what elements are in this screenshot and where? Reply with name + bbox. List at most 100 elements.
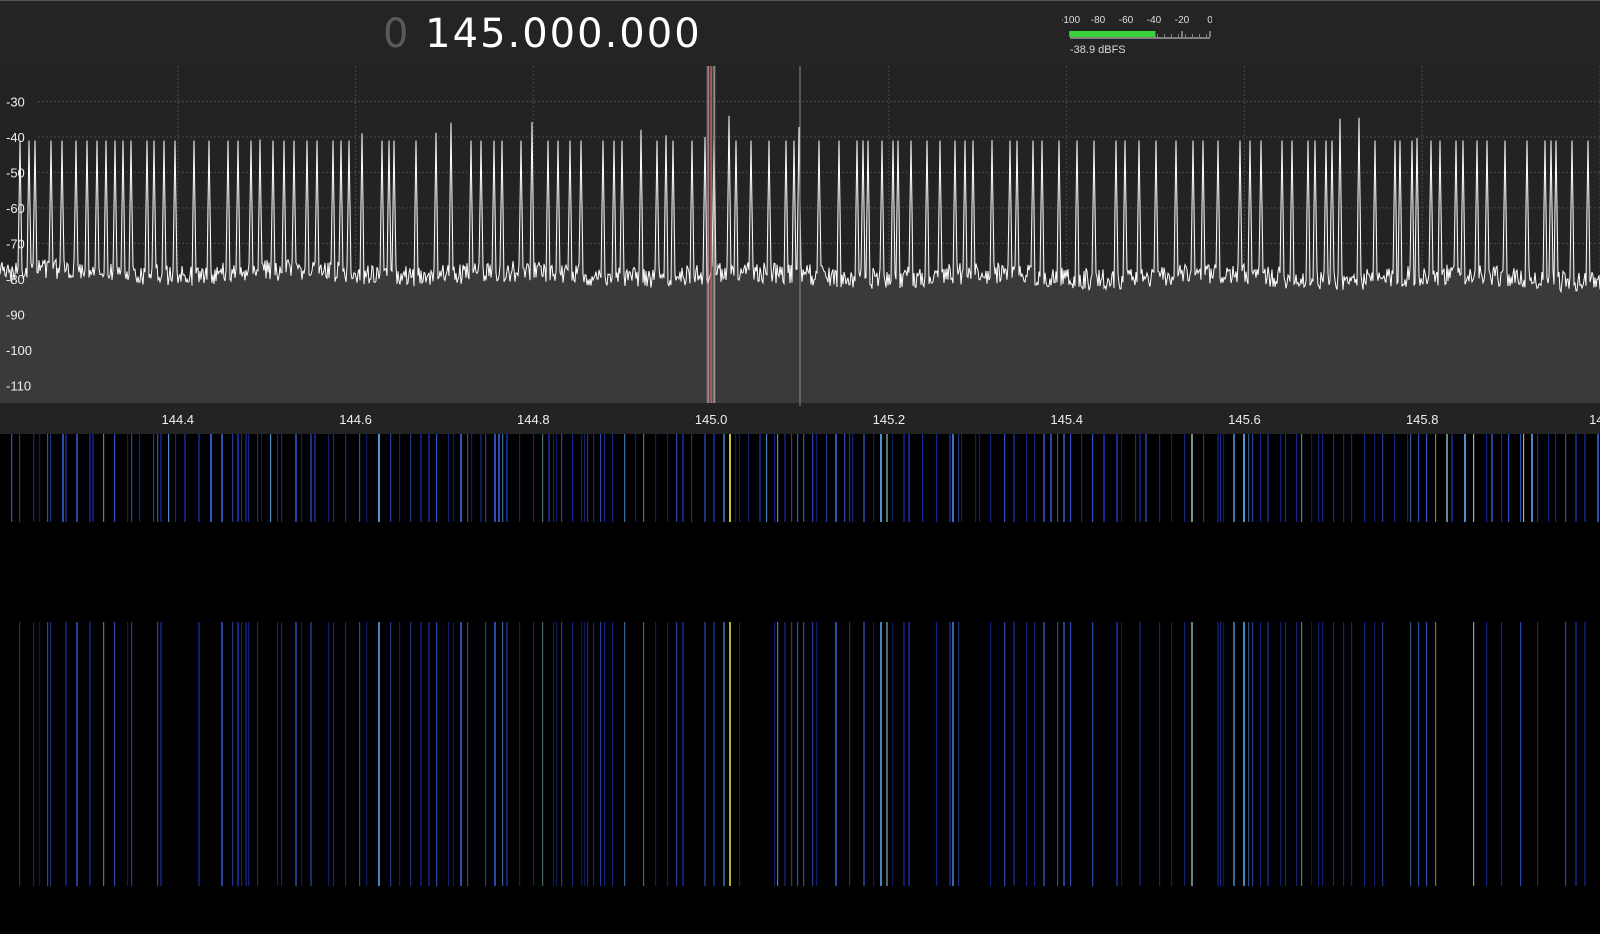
- waterfall-line: [593, 434, 595, 522]
- waterfall-display[interactable]: [0, 434, 1600, 934]
- meter-scale-label: -80: [1091, 15, 1106, 26]
- waterfall-line: [1252, 434, 1254, 522]
- waterfall-line: [791, 622, 793, 886]
- waterfall-line: [502, 434, 504, 522]
- frequency-display[interactable]: 0 145.000.000: [383, 11, 702, 57]
- waterfall-line: [572, 434, 574, 522]
- waterfall-line: [572, 622, 574, 886]
- waterfall-line: [390, 622, 392, 886]
- waterfall-line: [261, 434, 263, 522]
- waterfall-line: [1351, 434, 1353, 522]
- waterfall-line: [1026, 622, 1028, 886]
- waterfall-line: [624, 434, 626, 522]
- waterfall-line: [826, 434, 828, 522]
- y-axis-label: -60: [6, 201, 25, 216]
- waterfall-line: [873, 434, 875, 522]
- waterfall-line: [1296, 622, 1298, 886]
- waterfall-line: [89, 434, 91, 522]
- waterfall-line: [1243, 622, 1245, 886]
- waterfall-line: [886, 434, 888, 522]
- waterfall-line: [1121, 434, 1123, 522]
- waterfall-line: [1171, 434, 1173, 522]
- waterfall-line: [50, 622, 52, 886]
- waterfall-line: [436, 622, 438, 886]
- waterfall-line: [600, 434, 602, 522]
- waterfall-line: [1410, 434, 1412, 522]
- waterfall-line: [922, 434, 924, 522]
- waterfall-line: [1520, 434, 1522, 522]
- waterfall-line: [378, 622, 380, 886]
- waterfall-line: [873, 622, 875, 886]
- waterfall-line: [1435, 622, 1437, 886]
- waterfall-line: [50, 434, 52, 522]
- waterfall-line: [949, 622, 951, 886]
- waterfall-line: [816, 622, 818, 886]
- waterfall-line: [241, 622, 243, 886]
- waterfall-line: [62, 434, 64, 522]
- waterfall-line: [1070, 434, 1072, 522]
- level-meter: -100 -80 -60 -40 -20 0 -38.9 dBFS: [1062, 13, 1212, 59]
- waterfall-line: [1523, 434, 1525, 522]
- waterfall-line: [777, 622, 779, 886]
- waterfall-line: [863, 622, 865, 886]
- waterfall-line: [328, 434, 330, 522]
- x-axis-label: 146: [1589, 412, 1600, 427]
- waterfall-line: [852, 434, 854, 522]
- waterfall-line: [1233, 622, 1235, 886]
- waterfall-line: [1446, 434, 1448, 522]
- waterfall-line: [210, 434, 212, 522]
- waterfall-line: [1013, 622, 1015, 886]
- waterfall-line: [1267, 434, 1269, 522]
- waterfall-line: [849, 434, 851, 522]
- spectrum-plot[interactable]: -30 -40 -50 -60 -70 -80 -90 -100 -110 144.4 144.6 1…: [0, 66, 1600, 434]
- waterfall-line: [65, 434, 67, 522]
- waterfall-line: [604, 622, 606, 886]
- waterfall-line: [428, 434, 430, 522]
- waterfall-line: [584, 622, 586, 886]
- waterfall-line: [835, 622, 837, 886]
- waterfall-line: [797, 434, 799, 522]
- waterfall-line: [903, 622, 905, 886]
- waterfall-line: [952, 434, 954, 522]
- waterfall-line: [460, 434, 462, 522]
- waterfall-line: [723, 434, 725, 522]
- waterfall-line: [1139, 622, 1141, 886]
- waterfall-line: [1092, 434, 1094, 522]
- waterfall-line: [277, 622, 279, 886]
- waterfall-line: [1223, 622, 1225, 886]
- waterfall-line: [333, 622, 335, 886]
- waterfall-line: [1159, 622, 1161, 886]
- waterfall-line: [1260, 434, 1262, 522]
- waterfall-line: [784, 622, 786, 886]
- frequency-value[interactable]: 145.000.000: [425, 11, 701, 57]
- waterfall-line: [33, 434, 35, 522]
- vfo-digit[interactable]: 0: [383, 11, 410, 57]
- y-axis-label: -70: [6, 236, 25, 251]
- waterfall-line: [232, 434, 234, 522]
- waterfall-line: [1248, 434, 1250, 522]
- x-axis-label: 145.6: [1228, 412, 1261, 427]
- waterfall-line: [990, 622, 992, 886]
- waterfall-line: [1171, 622, 1173, 886]
- waterfall-line: [485, 434, 487, 522]
- waterfall-line: [494, 622, 496, 886]
- waterfall-line: [1451, 434, 1453, 522]
- meter-scale-label: -40: [1147, 15, 1162, 26]
- waterfall-line: [1267, 622, 1269, 886]
- waterfall-line: [975, 434, 977, 522]
- waterfall-line: [1116, 434, 1118, 522]
- waterfall-line: [270, 434, 272, 522]
- waterfall-line: [791, 434, 793, 522]
- waterfall-line: [198, 622, 200, 886]
- waterfall-line: [561, 622, 563, 886]
- waterfall-line: [542, 434, 544, 522]
- level-meter-readout: -38.9 dBFS: [1070, 44, 1126, 56]
- waterfall-line: [1531, 434, 1533, 522]
- waterfall-line: [1217, 434, 1219, 522]
- waterfall-line: [1322, 434, 1324, 522]
- waterfall-line: [471, 434, 473, 522]
- waterfall-line: [1382, 434, 1384, 522]
- waterfall-line: [1575, 434, 1577, 522]
- waterfall-line: [1223, 434, 1225, 522]
- waterfall-line: [295, 622, 297, 886]
